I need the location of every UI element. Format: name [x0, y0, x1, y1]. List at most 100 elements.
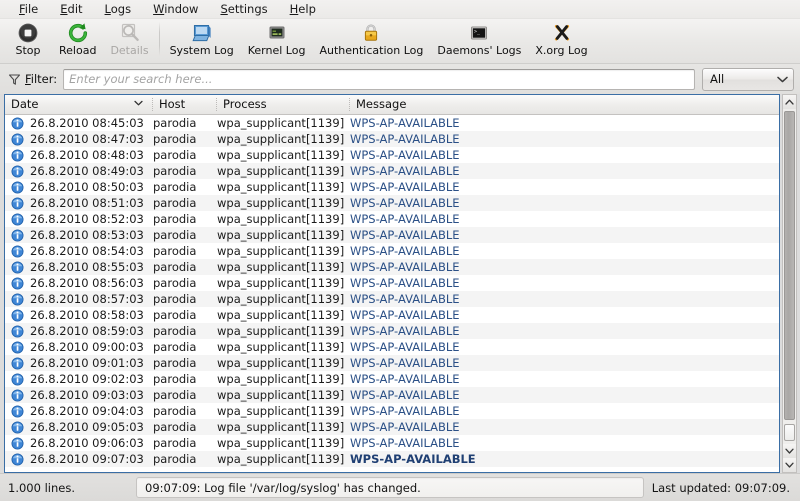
info-icon — [11, 133, 24, 146]
stop-icon — [17, 21, 39, 44]
cell-message: WPS-AP-AVAILABLE — [350, 404, 460, 418]
toolbar-reload[interactable]: Reload — [52, 19, 103, 57]
table-row[interactable]: 26.8.2010 09:04:03 parodia wpa_supplicant[… — [5, 403, 779, 419]
cell-date-text: 26.8.2010 08:59:03 — [30, 324, 144, 338]
menu-help[interactable]: Help — [279, 0, 327, 18]
cell-message: WPS-AP-AVAILABLE — [350, 228, 460, 242]
filter-label: Filter: — [25, 72, 57, 86]
toolbar-kernel-log[interactable]: Kernel Log — [241, 19, 313, 57]
toolbar-button-label: Reload — [59, 44, 97, 57]
info-icon — [11, 405, 24, 418]
table-row[interactable]: 26.8.2010 08:52:03 parodia wpa_supplicant[… — [5, 211, 779, 227]
cell-host: parodia — [153, 292, 197, 306]
cell-host: parodia — [153, 132, 197, 146]
column-header-date[interactable]: Date — [5, 95, 153, 114]
menu-file[interactable]: File — [8, 0, 49, 18]
table-row[interactable]: 26.8.2010 08:58:03 parodia wpa_supplicant[… — [5, 307, 779, 323]
cell-process: wpa_supplicant[1139] — [217, 292, 345, 306]
table-row[interactable]: 26.8.2010 08:59:03 parodia wpa_supplicant[… — [5, 323, 779, 339]
table-row[interactable]: 26.8.2010 08:54:03 parodia wpa_supplicant[… — [5, 243, 779, 259]
scroll-up-arrow-icon[interactable] — [783, 95, 796, 109]
cell-message: WPS-AP-AVAILABLE — [350, 420, 460, 434]
scroll-page-down-arrow-icon[interactable] — [783, 458, 796, 472]
cell-date: 26.8.2010 08:45:03 — [5, 116, 153, 130]
cell-message: WPS-AP-AVAILABLE — [350, 116, 460, 130]
table-row[interactable]: 26.8.2010 08:56:03 parodia wpa_supplicant[… — [5, 275, 779, 291]
cell-host: parodia — [153, 148, 197, 162]
cell-process: wpa_supplicant[1139] — [217, 164, 345, 178]
filter-label-rest: ilter: — [30, 72, 58, 86]
table-row[interactable]: 26.8.2010 08:51:03 parodia wpa_supplicant[… — [5, 195, 779, 211]
toolbar-button-label: X.org Log — [535, 44, 588, 57]
vertical-scrollbar[interactable] — [782, 94, 797, 473]
table-row[interactable]: 26.8.2010 08:55:03 parodia wpa_supplicant[… — [5, 259, 779, 275]
cell-host: parodia — [153, 228, 197, 242]
menu-settings[interactable]: Settings — [209, 0, 278, 18]
cell-date: 26.8.2010 08:59:03 — [5, 324, 153, 338]
cell-process: wpa_supplicant[1139] — [217, 436, 345, 450]
table-row[interactable]: 26.8.2010 09:01:03 parodia wpa_supplicant[… — [5, 355, 779, 371]
table-row[interactable]: 26.8.2010 09:02:03 parodia wpa_supplicant[… — [5, 371, 779, 387]
info-icon — [11, 149, 24, 162]
table-row[interactable]: 26.8.2010 08:49:03 parodia wpa_supplicant[… — [5, 163, 779, 179]
menu-logs[interactable]: Logs — [94, 0, 143, 18]
cell-process: wpa_supplicant[1139] — [217, 372, 345, 386]
scrollbar-track[interactable] — [783, 109, 796, 444]
table-row[interactable]: 26.8.2010 08:57:03 parodia wpa_supplicant[… — [5, 291, 779, 307]
cell-date: 26.8.2010 09:01:03 — [5, 356, 153, 370]
cell-message: WPS-AP-AVAILABLE — [350, 388, 460, 402]
table-row[interactable]: 26.8.2010 09:07:03 parodia wpa_supplicant[… — [5, 451, 779, 467]
svg-text:>_: >_ — [474, 29, 481, 35]
scrollbar-thumb[interactable] — [784, 111, 795, 420]
table-row[interactable]: 26.8.2010 08:48:03 parodia wpa_supplicant[… — [5, 147, 779, 163]
cell-process: wpa_supplicant[1139] — [217, 324, 345, 338]
cell-process: wpa_supplicant[1139] — [217, 180, 345, 194]
cell-process: wpa_supplicant[1139] — [217, 308, 345, 322]
table-row[interactable]: 26.8.2010 08:53:03 parodia wpa_supplicant[… — [5, 227, 779, 243]
cell-message: WPS-AP-AVAILABLE — [350, 436, 460, 450]
scroll-down-arrow-icon[interactable] — [783, 444, 796, 458]
cell-message: WPS-AP-AVAILABLE — [350, 132, 460, 146]
cell-date-text: 26.8.2010 08:56:03 — [30, 276, 144, 290]
cell-message: WPS-AP-AVAILABLE — [350, 452, 476, 466]
menu-label-rest: ile — [24, 2, 39, 16]
padlock-icon — [360, 21, 382, 44]
cell-process: wpa_supplicant[1139] — [217, 132, 345, 146]
cell-date-text: 26.8.2010 09:02:03 — [30, 372, 144, 386]
cell-date-text: 26.8.2010 09:03:03 — [30, 388, 144, 402]
toolbar-authentication-log[interactable]: Authentication Log — [312, 19, 430, 57]
cell-message: WPS-AP-AVAILABLE — [350, 324, 460, 338]
xorg-icon — [551, 21, 573, 44]
table-row[interactable]: 26.8.2010 09:05:03 parodia wpa_supplicant[… — [5, 419, 779, 435]
menu-edit[interactable]: Edit — [49, 0, 93, 18]
table-row[interactable]: 26.8.2010 08:47:03 parodia wpa_supplicant[… — [5, 131, 779, 147]
table-row[interactable]: 26.8.2010 09:00:03 parodia wpa_supplicant[… — [5, 339, 779, 355]
toolbar-system-log[interactable]: System Log — [163, 19, 241, 57]
toolbar-xorg-log[interactable]: X.org Log — [528, 19, 594, 57]
cell-host: parodia — [153, 180, 197, 194]
column-header-host[interactable]: Host — [153, 95, 217, 114]
toolbar-button-label: Stop — [15, 44, 41, 57]
info-icon — [11, 373, 24, 386]
info-icon — [11, 197, 24, 210]
cell-process: wpa_supplicant[1139] — [217, 116, 345, 130]
table-row[interactable]: 26.8.2010 08:45:03 parodia wpa_supplicant[… — [5, 115, 779, 131]
table-row[interactable]: 26.8.2010 09:03:03 parodia wpa_supplicant[… — [5, 387, 779, 403]
cell-host: parodia — [153, 116, 197, 130]
column-header-message[interactable]: Message — [350, 95, 779, 114]
search-input[interactable]: Enter your search here... — [63, 68, 695, 90]
table-row[interactable]: 26.8.2010 09:06:03 parodia wpa_supplicant[… — [5, 435, 779, 451]
cell-message: WPS-AP-AVAILABLE — [350, 260, 460, 274]
toolbar-daemons-logs[interactable]: >_ Daemons' Logs — [430, 19, 528, 57]
cell-message: WPS-AP-AVAILABLE — [350, 340, 460, 354]
filter-scope-dropdown[interactable]: All — [702, 67, 794, 91]
table-row[interactable]: 26.8.2010 08:50:03 parodia wpa_supplicant[… — [5, 179, 779, 195]
column-header-process[interactable]: Process — [217, 95, 350, 114]
scrollbar-secondary-thumb[interactable] — [784, 424, 795, 441]
cell-host: parodia — [153, 212, 197, 226]
cell-host: parodia — [153, 452, 197, 466]
cell-message: WPS-AP-AVAILABLE — [350, 276, 460, 290]
menu-window[interactable]: Window — [142, 0, 209, 18]
cell-process: wpa_supplicant[1139] — [217, 212, 345, 226]
toolbar-stop[interactable]: Stop — [4, 19, 52, 57]
